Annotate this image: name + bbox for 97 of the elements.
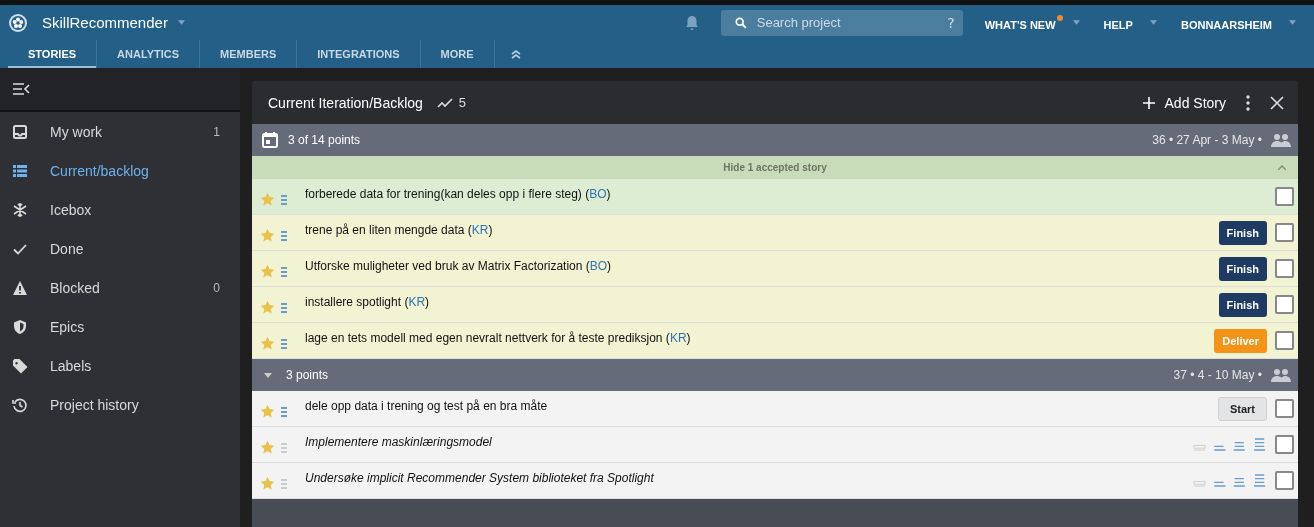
nav-tab[interactable]: INTEGRATIONS <box>297 40 421 68</box>
estimate-icon <box>281 405 287 418</box>
menu-link[interactable]: WHAT'S NEW <box>984 14 1063 31</box>
menu-link[interactable]: BONNAARSHEIM <box>1180 14 1279 31</box>
estimate-icon <box>281 229 287 242</box>
add-story-button[interactable]: Add Story <box>1142 94 1226 111</box>
story-title[interactable]: Utforske muligheter ved bruk av Matrix Factorization (BO) <box>305 259 612 273</box>
sidebar-toggle-icon[interactable] <box>12 82 30 96</box>
owner-link[interactable]: BO <box>589 187 607 201</box>
item-count: 1 <box>213 124 220 139</box>
story-row[interactable]: forberede data for trening(kan deles opp i flere steg) (BO) <box>252 179 1298 215</box>
owner-link[interactable]: KR <box>408 295 426 309</box>
bell-icon[interactable] <box>684 14 699 31</box>
finish-button[interactable]: Finish <box>1218 256 1267 281</box>
select-checkbox[interactable] <box>1275 471 1294 490</box>
caret-icon[interactable] <box>1149 20 1157 25</box>
owner-link[interactable]: BO <box>589 259 608 273</box>
sidebar-item[interactable]: Icebox <box>0 190 240 229</box>
select-checkbox[interactable] <box>1275 399 1294 418</box>
sidebar-item[interactable]: Blocked 0 <box>0 268 240 307</box>
people-icon[interactable] <box>1270 133 1292 147</box>
select-checkbox[interactable] <box>1275 295 1294 314</box>
estimate-icon <box>281 301 287 314</box>
estimate-icon <box>281 337 287 350</box>
sidebar-item[interactable]: Project history <box>0 385 240 424</box>
story-row[interactable]: dele opp data i trening og test på en bra måte Start <box>252 391 1298 427</box>
caret-icon[interactable] <box>177 20 185 25</box>
story-row[interactable]: lage en tets modell med egen nevralt nettverk for å teste prediksjon (KR) Deliver <box>252 323 1298 359</box>
story-title[interactable]: Undersøke implicit Recommender System biblioteket fra Spotlight <box>305 471 654 485</box>
history-icon <box>12 396 28 413</box>
collapse-icon[interactable] <box>1278 165 1286 170</box>
star-icon[interactable] <box>260 336 275 351</box>
select-checkbox[interactable] <box>1275 259 1294 278</box>
trend-icon <box>436 97 453 108</box>
more-icon[interactable] <box>1246 94 1250 111</box>
caret-icon[interactable] <box>1072 20 1080 25</box>
close-icon[interactable] <box>1270 95 1284 110</box>
estimate-icon <box>281 193 287 206</box>
finish-button[interactable]: Finish <box>1218 220 1267 245</box>
warning-icon <box>12 279 28 296</box>
sidebar-item[interactable]: Labels <box>0 346 240 385</box>
list-icon <box>12 162 28 179</box>
estimate-picker-icon[interactable] <box>1193 474 1267 487</box>
star-icon[interactable] <box>260 264 275 279</box>
story-row[interactable]: Utforske muligheter ved bruk av Matrix Factorization (BO) Finish <box>252 251 1298 287</box>
star-icon[interactable] <box>260 476 275 491</box>
sidebar-item[interactable]: Current/backlog <box>0 151 240 190</box>
sidebar-item[interactable]: My work 1 <box>0 112 240 151</box>
story-row[interactable]: installere spotlight (KR) Finish <box>252 287 1298 323</box>
owner-link[interactable]: KR <box>669 331 687 345</box>
nav-tab[interactable]: MORE <box>420 40 495 68</box>
collapse-icon[interactable] <box>510 49 521 59</box>
search-icon <box>734 16 747 29</box>
sidebar-item[interactable]: Done <box>0 229 240 268</box>
calendar-icon <box>262 132 278 148</box>
inbox-icon <box>12 123 28 140</box>
select-checkbox[interactable] <box>1275 435 1294 454</box>
story-row[interactable]: Implementere maskinlæringsmodel <box>252 427 1298 463</box>
panel-title: Current Iteration/Backlog <box>268 94 423 111</box>
snow-icon <box>12 201 28 218</box>
star-icon[interactable] <box>260 300 275 315</box>
story-title[interactable]: installere spotlight (KR) <box>305 295 430 309</box>
select-checkbox[interactable] <box>1275 331 1294 350</box>
caret-icon[interactable] <box>1289 20 1296 25</box>
estimate-icon <box>281 265 287 278</box>
item-count: 0 <box>213 280 220 295</box>
logo-icon <box>8 12 28 33</box>
story-title[interactable]: forberede data for trening(kan deles opp i flere steg) (BO) <box>305 187 611 201</box>
star-icon[interactable] <box>260 192 275 207</box>
story-title[interactable]: dele opp data i trening og test på en bra måte <box>305 399 548 413</box>
sidebar-item[interactable]: Epics <box>0 307 240 346</box>
iteration-header: 3 points 37 • 4 - 10 May • <box>252 359 1298 391</box>
people-icon[interactable] <box>1270 368 1292 382</box>
start-button[interactable]: Start <box>1217 396 1267 421</box>
star-icon[interactable] <box>260 404 275 419</box>
story-row[interactable]: Undersøke implicit Recommender System biblioteket fra Spotlight <box>252 463 1298 499</box>
story-title[interactable]: Implementere maskinlæringsmodel <box>305 435 492 449</box>
velocity-value: 5 <box>458 95 467 110</box>
owner-link[interactable]: KR <box>471 223 489 237</box>
estimate-picker-icon[interactable] <box>1193 438 1267 451</box>
unestimated-icon <box>281 441 287 454</box>
shield-icon <box>12 318 28 335</box>
star-icon[interactable] <box>260 440 275 455</box>
tag-icon <box>12 357 28 374</box>
iteration-header: 3 of 14 points 36 • 27 Apr - 3 May • <box>252 124 1298 156</box>
select-checkbox[interactable] <box>1275 223 1294 242</box>
project-name[interactable]: SkillRecommender <box>42 14 168 31</box>
expand-icon[interactable] <box>264 372 272 378</box>
story-title[interactable]: trene på en liten mengde data (KR) <box>305 223 493 237</box>
finish-button[interactable]: Finish <box>1218 292 1267 317</box>
select-checkbox[interactable] <box>1275 187 1294 206</box>
menu-link[interactable]: HELP <box>1103 14 1140 31</box>
story-row[interactable]: trene på en liten mengde data (KR) Finish <box>252 215 1298 251</box>
unestimated-icon <box>281 477 287 490</box>
plus-icon <box>1142 96 1155 109</box>
star-icon[interactable] <box>260 228 275 243</box>
story-title[interactable]: lage en tets modell med egen nevralt nettverk for å teste prediksjon (KR) <box>305 331 691 345</box>
